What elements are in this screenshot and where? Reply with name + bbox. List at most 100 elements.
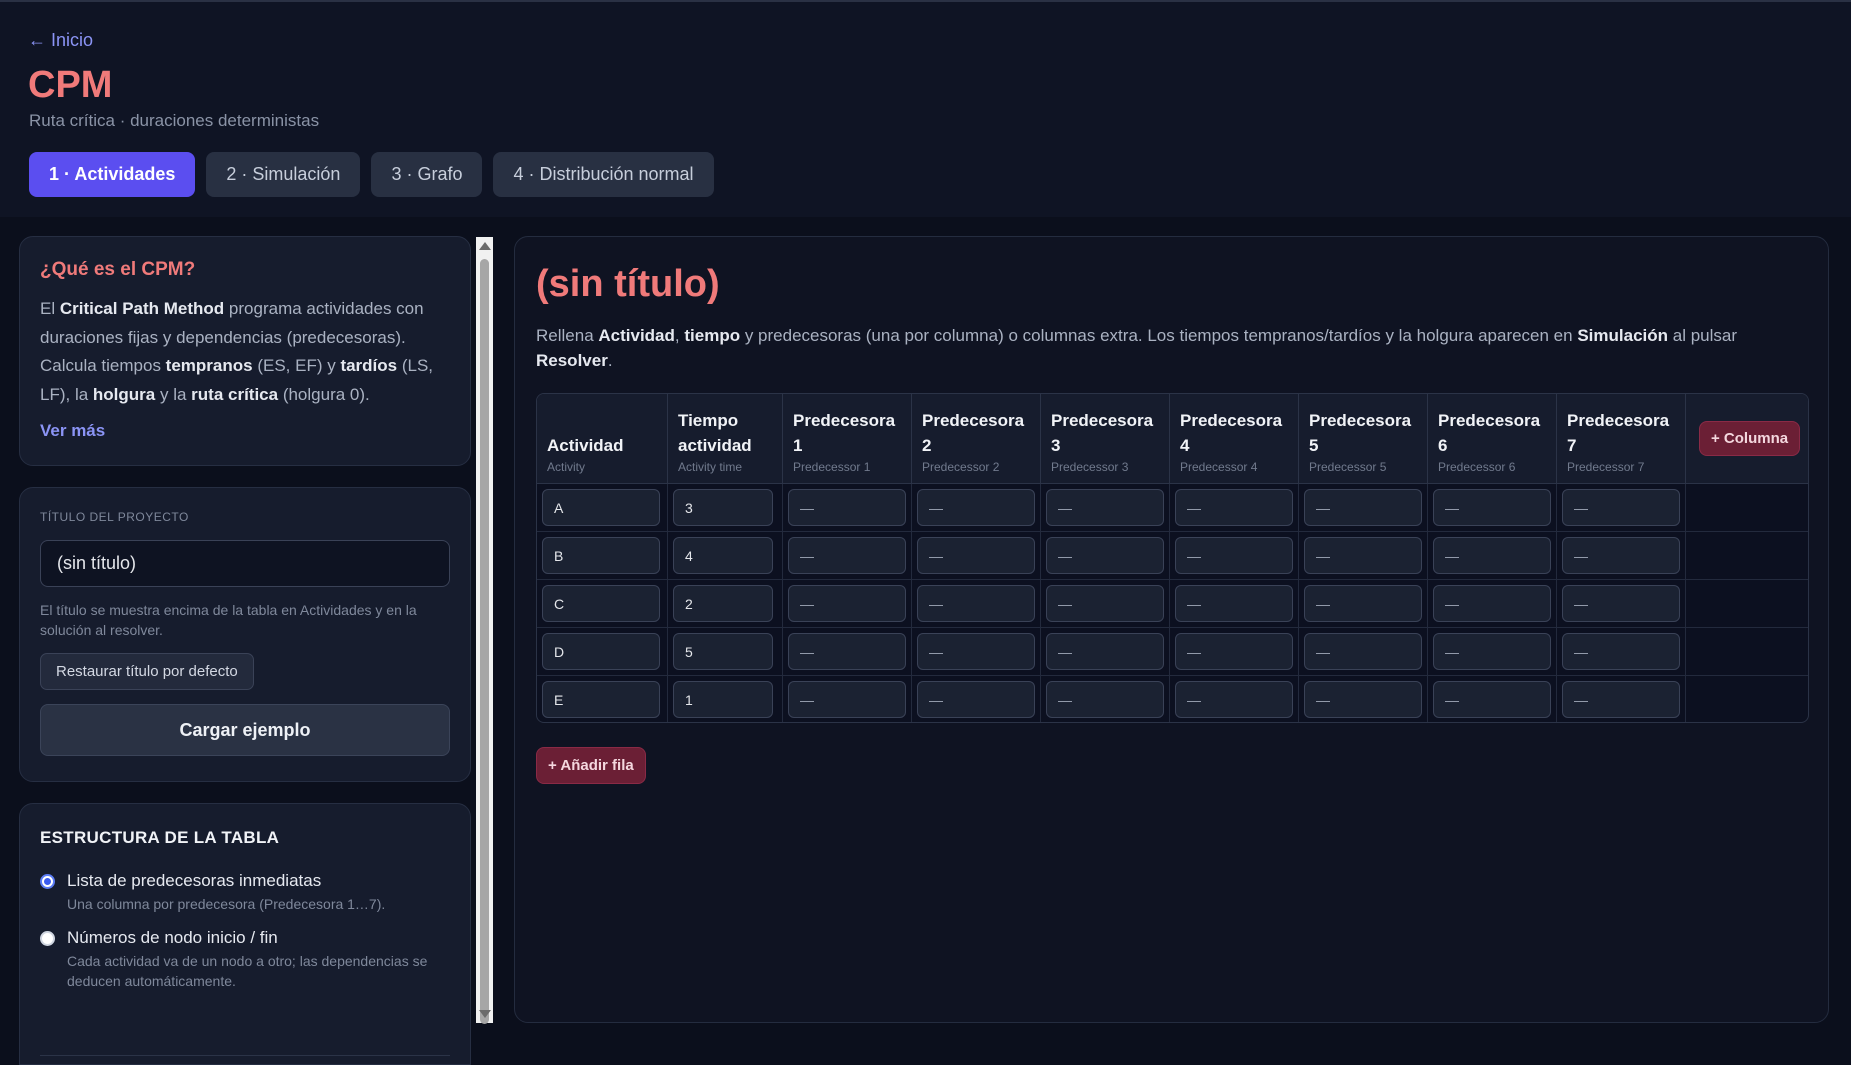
predecessor-input-6[interactable] [1433, 585, 1551, 622]
predecessor-input-5[interactable] [1304, 585, 1422, 622]
predecessor-input-7[interactable] [1562, 537, 1680, 574]
tab-grafo[interactable]: 3 · Grafo [371, 152, 483, 197]
project-title-hint: El título se muestra encima de la tabla … [40, 602, 417, 638]
predecessor-input-5[interactable] [1304, 633, 1422, 670]
structure-heading: ESTRUCTURA DE LA TABLA [40, 828, 280, 847]
column-header-4: Predecesora 3 Predecessor 3 [1041, 394, 1170, 484]
time-input[interactable] [673, 633, 773, 670]
add-row-button[interactable]: + Añadir fila [536, 747, 646, 784]
table-cell [537, 580, 668, 628]
project-title-label: Título del proyecto [40, 510, 189, 524]
tab-distribucion-normal[interactable]: 4 · Distribución normal [493, 152, 714, 197]
predecessor-input-3[interactable] [1046, 633, 1164, 670]
sidebar-scrollbar[interactable] [476, 237, 493, 1024]
time-input[interactable] [673, 585, 773, 622]
app-subtitle: Ruta crítica · duraciones deterministas [29, 111, 320, 130]
table-row [537, 628, 1808, 676]
activity-input[interactable] [542, 489, 660, 526]
scroll-down-arrow-icon[interactable] [479, 1010, 491, 1018]
activity-input[interactable] [542, 633, 660, 670]
predecessor-input-2[interactable] [917, 585, 1035, 622]
predecessor-input-5[interactable] [1304, 681, 1422, 718]
table-cell [537, 532, 668, 580]
predecessor-input-2[interactable] [917, 633, 1035, 670]
predecessor-input-3[interactable] [1046, 537, 1164, 574]
radio-predecessors[interactable] [40, 874, 55, 889]
predecessor-input-6[interactable] [1433, 681, 1551, 718]
column-header-3: Predecesora 2 Predecessor 2 [912, 394, 1041, 484]
predecessor-input-3[interactable] [1046, 585, 1164, 622]
predecessor-input-6[interactable] [1433, 633, 1551, 670]
table-cell [1557, 484, 1686, 532]
table-cell [537, 628, 668, 676]
table-cell [537, 676, 668, 722]
predecessor-input-7[interactable] [1562, 681, 1680, 718]
table-cell [1041, 484, 1170, 532]
tab-actividades[interactable]: 1 · Actividades [29, 152, 196, 197]
column-header-8: Predecesora 7 Predecessor 7 [1557, 394, 1686, 484]
table-cell [1299, 676, 1428, 722]
tab-simulacion[interactable]: 2 · Simulación [206, 152, 361, 197]
reset-title-button[interactable]: Restaurar título por defecto [40, 653, 254, 690]
predecessor-input-1[interactable] [788, 681, 906, 718]
predecessor-input-6[interactable] [1433, 489, 1551, 526]
table-cell [1557, 532, 1686, 580]
column-header-sublabel: Predecessor 2 [922, 460, 1000, 474]
predecessor-input-7[interactable] [1562, 633, 1680, 670]
table-cell [783, 532, 912, 580]
predecessor-input-1[interactable] [788, 633, 906, 670]
project-title-card: Título del proyecto El título se muestra… [19, 487, 471, 782]
predecessor-input-5[interactable] [1304, 489, 1422, 526]
table-cell [668, 580, 783, 628]
predecessor-input-1[interactable] [788, 585, 906, 622]
predecessor-input-5[interactable] [1304, 537, 1422, 574]
structure-option-predecessors[interactable]: Lista de predecesoras inmediatas Una col… [40, 871, 450, 914]
column-header-6: Predecesora 5 Predecessor 5 [1299, 394, 1428, 484]
table-row [537, 580, 1808, 628]
predecessor-input-1[interactable] [788, 537, 906, 574]
table-cell [783, 676, 912, 722]
back-home-link[interactable]: ← Inicio [28, 30, 93, 51]
predecessor-input-4[interactable] [1175, 489, 1293, 526]
predecessor-input-3[interactable] [1046, 681, 1164, 718]
predecessor-input-7[interactable] [1562, 489, 1680, 526]
radio-nodes[interactable] [40, 931, 55, 946]
time-input[interactable] [673, 537, 773, 574]
predecessor-input-7[interactable] [1562, 585, 1680, 622]
ver-mas-link[interactable]: Ver más [40, 421, 105, 441]
predecessor-input-4[interactable] [1175, 633, 1293, 670]
table-cell [1299, 532, 1428, 580]
table-cell [1428, 676, 1557, 722]
predecessor-input-4[interactable] [1175, 537, 1293, 574]
project-title-input[interactable] [40, 540, 450, 587]
activity-input[interactable] [542, 681, 660, 718]
load-example-button[interactable]: Cargar ejemplo [40, 704, 450, 756]
column-header-label: Predecesora 2 [922, 411, 1025, 455]
predecessor-input-4[interactable] [1175, 585, 1293, 622]
activity-input[interactable] [542, 585, 660, 622]
top-header: ← Inicio CPM Ruta crítica · duraciones d… [0, 0, 1851, 217]
app-title: CPM [28, 64, 113, 106]
predecessor-input-1[interactable] [788, 489, 906, 526]
table-cell [1170, 484, 1299, 532]
activity-input[interactable] [542, 537, 660, 574]
column-header-sublabel: Predecessor 1 [793, 460, 871, 474]
time-input[interactable] [673, 681, 773, 718]
table-cell [912, 532, 1041, 580]
column-header-sublabel: Activity time [678, 460, 743, 474]
predecessor-input-3[interactable] [1046, 489, 1164, 526]
predecessor-input-4[interactable] [1175, 681, 1293, 718]
table-row [537, 532, 1808, 580]
predecessor-input-6[interactable] [1433, 537, 1551, 574]
structure-option-nodes[interactable]: Números de nodo inicio / fin Cada activi… [40, 928, 450, 991]
scroll-up-arrow-icon[interactable] [479, 242, 491, 250]
time-input[interactable] [673, 489, 773, 526]
predecessor-input-2[interactable] [917, 489, 1035, 526]
scroll-thumb[interactable] [480, 259, 489, 1024]
predecessor-input-2[interactable] [917, 537, 1035, 574]
table-cell [1428, 532, 1557, 580]
add-column-button[interactable]: + Columna [1699, 421, 1801, 456]
table-cell [1041, 532, 1170, 580]
predecessor-input-2[interactable] [917, 681, 1035, 718]
table-cell [1428, 580, 1557, 628]
